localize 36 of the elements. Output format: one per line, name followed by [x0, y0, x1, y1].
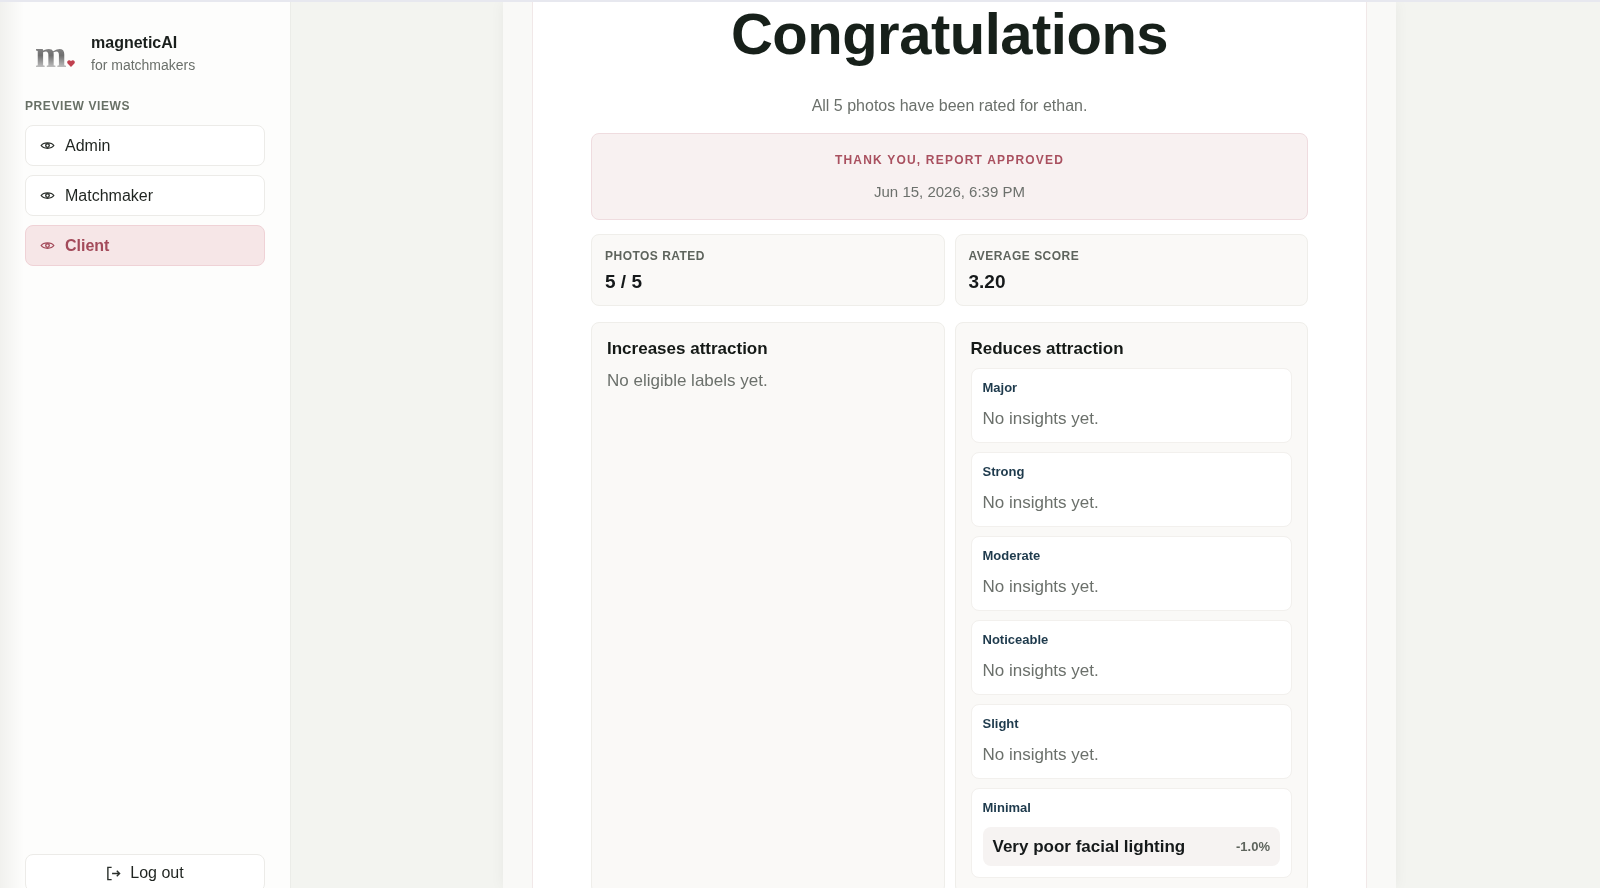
empty-text: No insights yet. [982, 744, 1100, 766]
empty-text: No insights yet. [982, 408, 1100, 430]
page-heading: Congratulations [729, 2, 1170, 66]
subtitle-text: All 5 photos have been rated for ethan. [810, 96, 1089, 116]
empty-text: No insights yet. [982, 660, 1100, 682]
severity-label: Slight [982, 715, 1020, 733]
heart-icon [66, 59, 75, 67]
severity-label: Major [982, 379, 1019, 397]
stat-label: AVERAGE SCORE [968, 249, 1081, 263]
eye-icon [40, 191, 55, 200]
logout-icon [106, 865, 122, 881]
eye-icon [40, 241, 55, 250]
logout-button[interactable]: Log out [25, 854, 265, 888]
severity-label: Noticeable [982, 631, 1050, 649]
stat-value: 3.20 [968, 270, 1007, 294]
brand-tagline: for matchmakers [91, 56, 196, 74]
stat-value: 5 / 5 [605, 270, 643, 294]
stat-label: PHOTOS RATED [605, 249, 706, 263]
empty-text: No insights yet. [982, 492, 1100, 514]
card-title: Reduces attraction [970, 338, 1125, 360]
empty-text: No insights yet. [982, 576, 1100, 598]
empty-text: No eligible labels yet. [607, 370, 769, 392]
section-label: PREVIEW VIEWS [25, 98, 132, 114]
eye-icon [40, 141, 55, 150]
insight-label: Very poor facial lighting [992, 835, 1186, 858]
card-title: Increases attraction [607, 338, 769, 360]
insight-value: -1.0% [1236, 837, 1270, 856]
severity-label: Strong [982, 463, 1026, 481]
view-tab[interactable]: Admin [25, 125, 265, 166]
status-label: THANK YOU, REPORT APPROVED [833, 152, 1066, 169]
status-date: Jun 15, 2026, 6:39 PM [873, 182, 1026, 202]
brand-name: magneticAI [91, 33, 179, 53]
view-tab[interactable]: Client [25, 225, 265, 266]
view-tab[interactable]: Matchmaker [25, 175, 265, 216]
severity-label: Minimal [982, 799, 1032, 817]
severity-label: Moderate [982, 547, 1042, 565]
